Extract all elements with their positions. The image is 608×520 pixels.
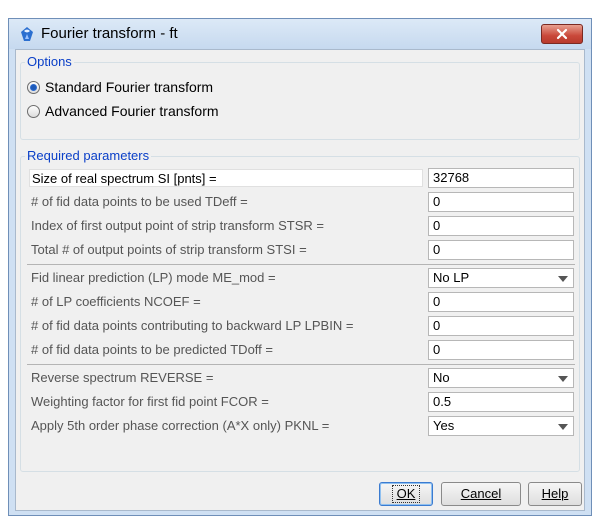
param-label: # of fid data points to be used TDeff = [31, 194, 248, 209]
me-mod-select[interactable]: No LP [428, 268, 574, 288]
reverse-select[interactable]: No [428, 368, 574, 388]
section-divider [27, 264, 575, 265]
param-row-stsr: Index of first output point of strip tra… [29, 215, 577, 236]
chevron-down-icon [558, 376, 568, 382]
ncoef-input[interactable]: 0 [428, 292, 574, 312]
options-legend: Options [25, 54, 74, 69]
param-label: Index of first output point of strip tra… [31, 218, 324, 233]
param-row-fcor: Weighting factor for first fid point FCO… [29, 391, 577, 412]
cancel-button[interactable]: Cancel [441, 482, 521, 506]
param-row-ncoef: # of LP coefficients NCOEF = 0 [29, 291, 577, 312]
param-label: Fid linear prediction (LP) mode ME_mod = [31, 270, 276, 285]
select-value: Yes [433, 418, 455, 433]
chevron-down-icon [558, 424, 568, 430]
radio-button[interactable] [27, 104, 40, 118]
window-title: Fourier transform - ft [41, 25, 178, 42]
lpbin-input[interactable]: 0 [428, 316, 574, 336]
param-label: # of fid data points contributing to bac… [31, 318, 354, 333]
ok-label: OK [396, 486, 416, 501]
dialog-window: Fourier transform - ft Options Standard … [8, 18, 592, 516]
param-row-tdoff: # of fid data points to be predicted TDo… [29, 339, 577, 360]
chevron-down-icon [558, 276, 568, 282]
section-divider [27, 364, 575, 365]
help-button[interactable]: Help [528, 482, 582, 506]
help-label: Help [541, 486, 569, 501]
param-label: Apply 5th order phase correction (A*X on… [31, 418, 330, 433]
radio-label: Advanced Fourier transform [45, 103, 219, 119]
param-row-me-mod: Fid linear prediction (LP) mode ME_mod =… [29, 267, 577, 288]
fcor-input[interactable]: 0.5 [428, 392, 574, 412]
stsr-input[interactable]: 0 [428, 216, 574, 236]
select-value: No LP [433, 270, 470, 285]
required-parameters-group: Required parameters Size of real spectru… [20, 148, 580, 472]
param-label: # of LP coefficients NCOEF = [31, 294, 201, 309]
param-row-lpbin: # of fid data points contributing to bac… [29, 315, 577, 336]
si-input[interactable]: 32768 [428, 168, 574, 188]
param-label: # of fid data points to be predicted TDo… [31, 342, 273, 357]
radio-advanced-ft[interactable]: Advanced Fourier transform [27, 102, 219, 120]
title-bar[interactable]: Fourier transform - ft [9, 19, 591, 49]
focus-ring: OK [391, 485, 421, 503]
ok-button[interactable]: OK [379, 482, 433, 506]
close-icon [556, 28, 568, 40]
stsi-input[interactable]: 0 [428, 240, 574, 260]
param-row-pknl: Apply 5th order phase correction (A*X on… [29, 415, 577, 436]
app-icon [21, 27, 33, 41]
radio-standard-ft[interactable]: Standard Fourier transform [27, 78, 213, 96]
select-value: No [433, 370, 450, 385]
param-label: Total # of output points of strip transf… [31, 242, 307, 257]
pknl-select[interactable]: Yes [428, 416, 574, 436]
tdoff-input[interactable]: 0 [428, 340, 574, 360]
param-row-stsi: Total # of output points of strip transf… [29, 239, 577, 260]
param-row-si: Size of real spectrum SI [pnts] = 32768 [29, 167, 577, 188]
param-label: Size of real spectrum SI [pnts] = [29, 169, 423, 187]
param-label: Weighting factor for first fid point FCO… [31, 394, 269, 409]
params-legend: Required parameters [25, 148, 152, 163]
tdeff-input[interactable]: 0 [428, 192, 574, 212]
param-label: Reverse spectrum REVERSE = [31, 370, 214, 385]
param-row-tdeff: # of fid data points to be used TDeff = … [29, 191, 577, 212]
param-row-reverse: Reverse spectrum REVERSE = No [29, 367, 577, 388]
close-button[interactable] [541, 24, 583, 44]
cancel-label: Cancel [460, 486, 502, 501]
radio-button-checked[interactable] [27, 80, 40, 94]
dialog-body: Options Standard Fourier transform Advan… [15, 49, 585, 511]
radio-label: Standard Fourier transform [45, 79, 214, 95]
options-group: Options Standard Fourier transform Advan… [20, 54, 580, 140]
